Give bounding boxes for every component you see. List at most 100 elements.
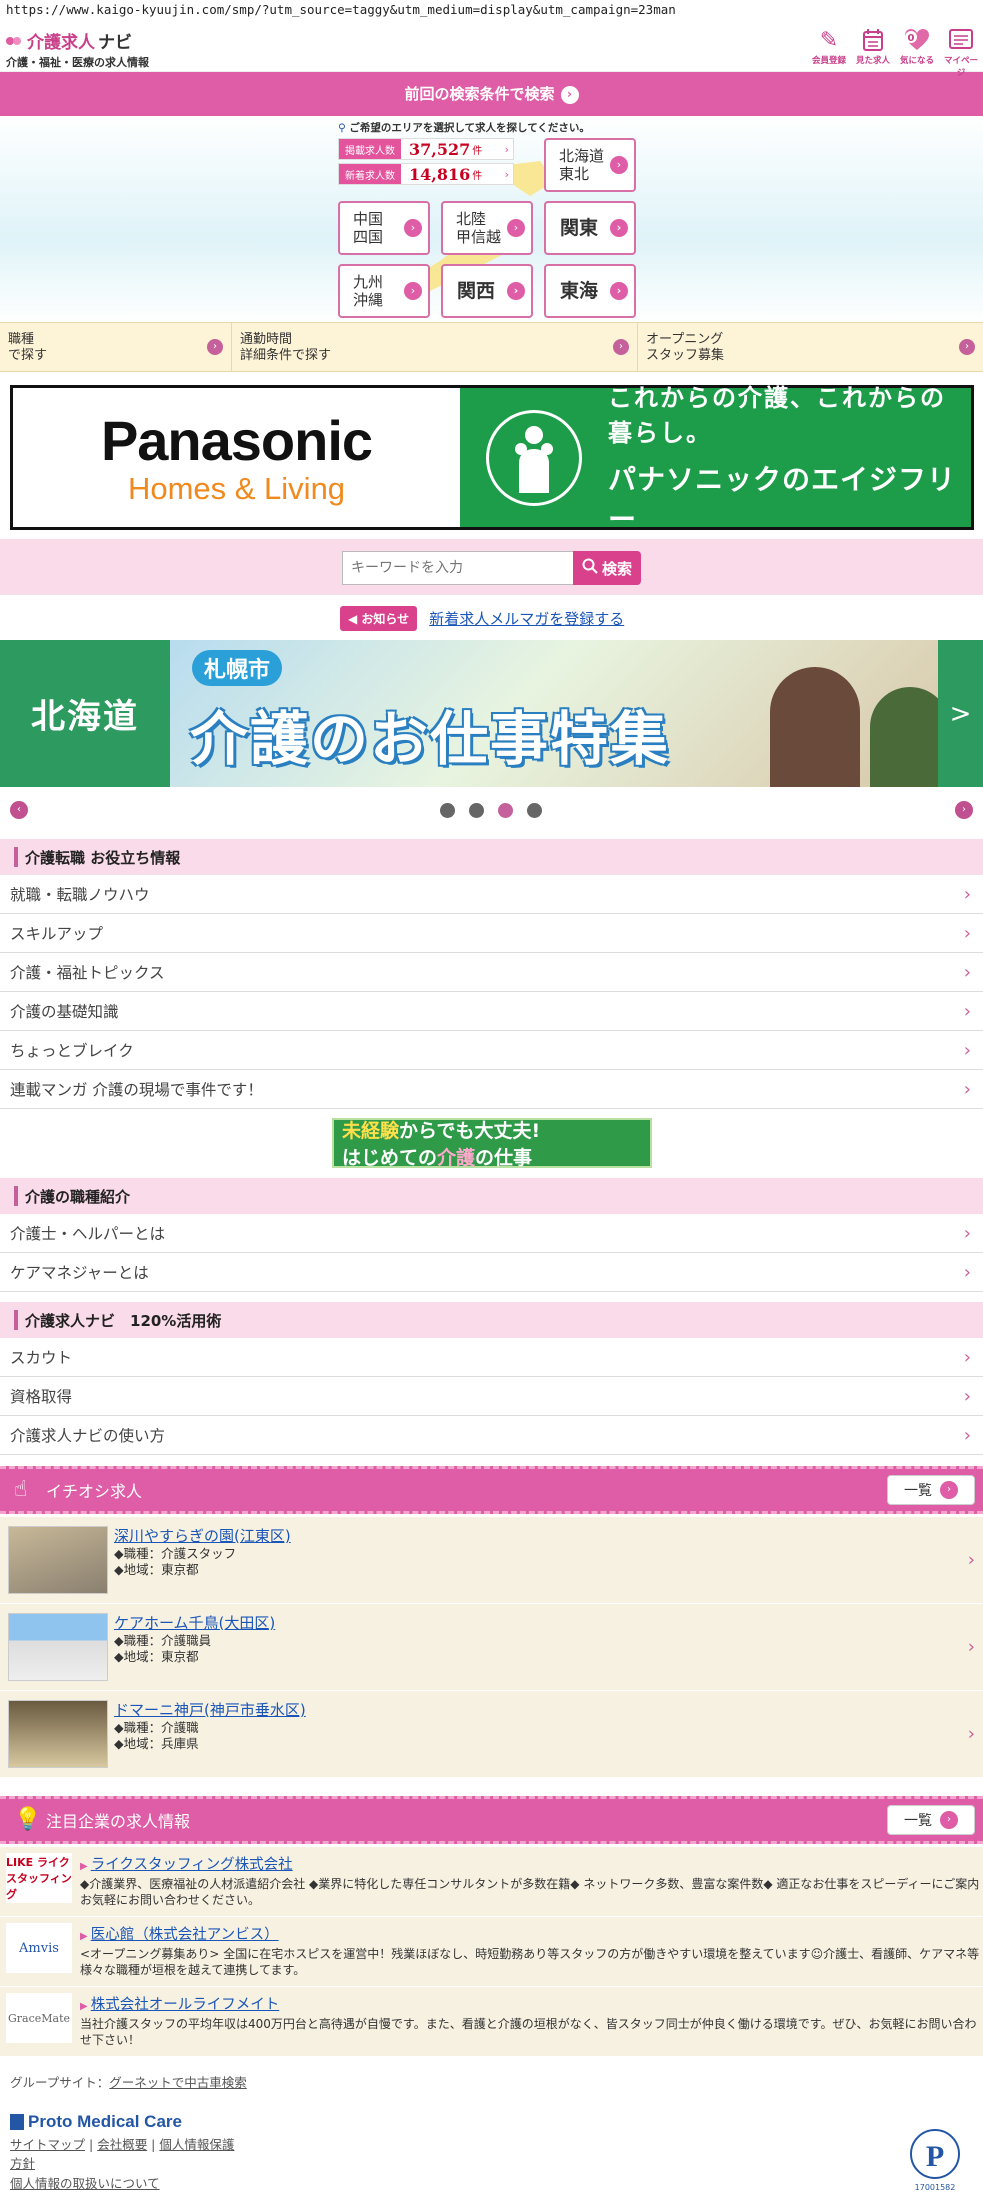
search-by-commute-details[interactable]: 通勤時間 詳細条件で探す › [232,323,638,371]
slider-next-button[interactable]: › [955,801,973,819]
quick-link-line2: で探す [8,347,48,363]
region-hokuriku-koshinetsu[interactable]: 北陸 甲信越 › [441,201,533,255]
slider-prev-button[interactable]: ‹ [10,801,28,819]
job-thumbnail [8,1613,108,1681]
promo-highlight: 介護 [437,1147,476,1169]
region-kansai[interactable]: 関西 › [441,264,533,318]
total-jobs-count[interactable]: 掲載求人数 37,527 件 › [338,138,514,160]
proto-logo-icon [10,2114,24,2130]
panasonic-ad-banner[interactable]: Panasonic Homes & Living これからの介護、これからの暮ら… [10,384,974,536]
privacy-mark-icon: P 17001582 [910,2129,960,2192]
job-card[interactable]: 深川やすらぎの園(江東区) ◆職種：介護スタッフ ◆地域：東京都 › [0,1517,983,1604]
privacy-mark: P 17001582 [905,2128,965,2192]
favorites-button[interactable]: 0 気になる [899,28,935,78]
featured-jobs-list-button[interactable]: 一覧 › [887,1475,975,1505]
list-item[interactable]: スカウト › [0,1338,983,1377]
chevron-right-icon: › [560,85,579,104]
newsletter-register-link[interactable]: 新着求人メルマガを登録する [429,608,624,629]
new-jobs-unit: 件 [472,170,483,182]
chevron-right-icon: › [613,339,629,355]
company-name-link[interactable]: 医心館（株式会社アンビス） [80,1927,279,1943]
ad-brand-panel: Panasonic Homes & Living [13,388,460,527]
job-title-link[interactable]: 深川やすらぎの園(江東区) [114,1525,291,1546]
company-name-link[interactable]: ライクスタッフィング株式会社 [80,1857,293,1873]
viewed-jobs-button[interactable]: 見た求人 [855,28,891,78]
slider-dot[interactable] [440,803,455,818]
ad-brand-sub: Homes & Living [127,471,346,506]
job-title-link[interactable]: ケアホーム千鳥(大田区) [114,1612,275,1633]
job-card[interactable]: ドマーニ神戸(神戸市垂水区) ◆職種：介護職 ◆地域：兵庫県 › [0,1691,983,1778]
goonet-link[interactable]: グーネットで中古車検索 [109,2075,247,2090]
featured-companies-list-button[interactable]: 一覧 › [887,1805,975,1835]
slide-city-label: 札幌市 [192,650,283,686]
company-info: 株式会社オールライフメイト 当社介護スタッフの平均年収は400万円台と高待遇が自… [80,1993,983,2056]
sitemap-link[interactable]: サイトマップ [10,2137,85,2152]
logo-main-text: 介護求人 [27,33,95,53]
personal-info-handling-link[interactable]: 個人情報の取扱いについて [10,2176,160,2191]
new-jobs-count[interactable]: 新着求人数 14,816 件 › [338,163,514,185]
beginner-guide-banner[interactable]: 未経験からでも大丈夫! はじめての介護の仕事 [332,1118,652,1169]
company-profile-link[interactable]: 会社概要 [97,2137,147,2152]
list-item[interactable]: 連載マンガ 介護の現場で事件です！ › [0,1070,983,1109]
chevron-right-icon: › [963,1000,971,1022]
company-item: Amvis 医心館（株式会社アンビス） <オープニング募集あり> 全国に在宅ホス… [0,1917,983,1987]
list-item-label: ケアマネジャーとは [10,1264,149,1282]
region-tokai[interactable]: 東海 › [544,264,636,318]
chevron-right-icon: › [963,922,971,944]
search-again-label: 前回の検索条件で検索 [404,85,555,103]
company-name-link[interactable]: 株式会社オールライフメイト [80,1997,280,2013]
privacy-mark-number: 17001582 [915,2183,956,2192]
member-register-label: 会員登録 [811,56,846,66]
job-type: ◆職種：介護職 [114,1720,199,1735]
list-item[interactable]: 就職・転職ノウハウ › [0,875,983,914]
list-item[interactable]: 介護士・ヘルパーとは › [0,1214,983,1253]
search-previous-conditions-button[interactable]: 前回の検索条件で検索 › [0,72,983,116]
chevron-right-icon: › [963,1039,971,1061]
member-register-button[interactable]: ✎ 会員登録 [811,28,847,78]
region-label-line2: 甲信越 [456,228,502,246]
region-kyushu-okinawa[interactable]: 九州 沖縄 › [338,264,430,318]
region-label: 東海 [560,279,599,302]
slider-dot-active[interactable] [498,803,513,818]
list-item[interactable]: 介護の基礎知識 › [0,992,983,1031]
slider-dots [440,803,542,818]
company-item: LIKE ライクスタッフィング ライクスタッフィング株式会社 ◆介護業界、医療福… [0,1847,983,1917]
sapporo-feature-slide[interactable]: 札幌市 介護のお仕事特集 [170,640,938,787]
promo-text: の仕事 [475,1147,533,1169]
slider-dot[interactable] [469,803,484,818]
keyword-search-button[interactable]: 検索 [573,551,641,585]
job-card[interactable]: ケアホーム千鳥(大田区) ◆職種：介護職員 ◆地域：東京都 › [0,1604,983,1691]
chevron-right-icon: › [504,167,509,181]
ad-brand-text: Panasonic [100,409,373,472]
mypage-button[interactable]: マイページ [943,28,979,78]
slide-next-button[interactable]: > [938,640,983,787]
site-header: 介護求人 ナビ 介護・福祉・医療の求人情報 ✎ 会員登録 見た求人 0 気になる … [0,22,983,78]
group-sites-label: グループサイト： [10,2075,110,2090]
job-title-link[interactable]: ドマーニ神戸(神戸市垂水区) [114,1699,306,1720]
keyword-search-input[interactable] [342,551,574,585]
region-chugoku-shikoku[interactable]: 中国 四国 › [338,201,430,255]
chevron-right-icon: › [963,1385,971,1407]
slider-dot[interactable] [527,803,542,818]
megaphone-icon: ◀ [348,612,358,626]
address-bar[interactable]: https://www.kaigo-kyuujin.com/smp/?utm_s… [0,0,983,22]
privacy-protection-link[interactable]: 個人情報保護 [159,2137,234,2152]
search-icon [582,558,598,578]
list-item[interactable]: ケアマネジャーとは › [0,1253,983,1292]
list-item[interactable]: 介護・福祉トピックス › [0,953,983,992]
total-jobs-value: 37,527 [409,139,471,159]
region-hokkaido-tohoku[interactable]: 北海道 東北 › [544,138,636,192]
group-sites: グループサイト：グーネットで中古車検索 [10,2072,247,2091]
list-item[interactable]: 資格取得 › [0,1377,983,1416]
privacy-policy-link[interactable]: 方針 [10,2156,35,2171]
job-info: ケアホーム千鳥(大田区) ◆職種：介護職員 ◆地域：東京都 [114,1612,275,1666]
keyword-search-button-label: 検索 [601,560,632,578]
search-by-job-type[interactable]: 職種 で探す › [0,323,232,371]
job-intro-list: 介護士・ヘルパーとは › ケアマネジャーとは › [0,1214,983,1292]
opening-staff-search[interactable]: オープニング スタッフ募集 › [638,323,983,371]
region-kanto[interactable]: 関東 › [544,201,636,255]
list-item[interactable]: スキルアップ › [0,914,983,953]
list-item[interactable]: 介護求人ナビの使い方 › [0,1416,983,1455]
list-item[interactable]: ちょっとブレイク › [0,1031,983,1070]
site-logo[interactable]: 介護求人 ナビ 介護・福祉・医療の求人情報 [6,28,149,70]
